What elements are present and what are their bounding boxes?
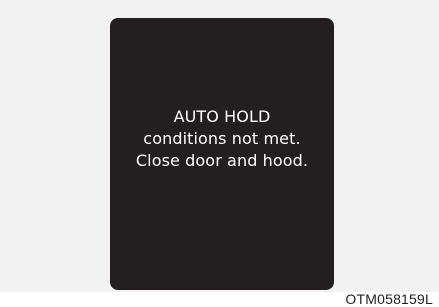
message-line-1: AUTO HOLD [173,107,271,126]
warning-message: AUTO HOLD conditions not met. Close door… [110,106,334,172]
cluster-display: AUTO HOLD conditions not met. Close door… [110,18,334,290]
message-line-2: conditions not met. [143,129,301,148]
figure-background: AUTO HOLD conditions not met. Close door… [0,0,439,292]
figure-code: OTM058159L [345,291,433,307]
message-line-3: Close door and hood. [135,151,309,170]
